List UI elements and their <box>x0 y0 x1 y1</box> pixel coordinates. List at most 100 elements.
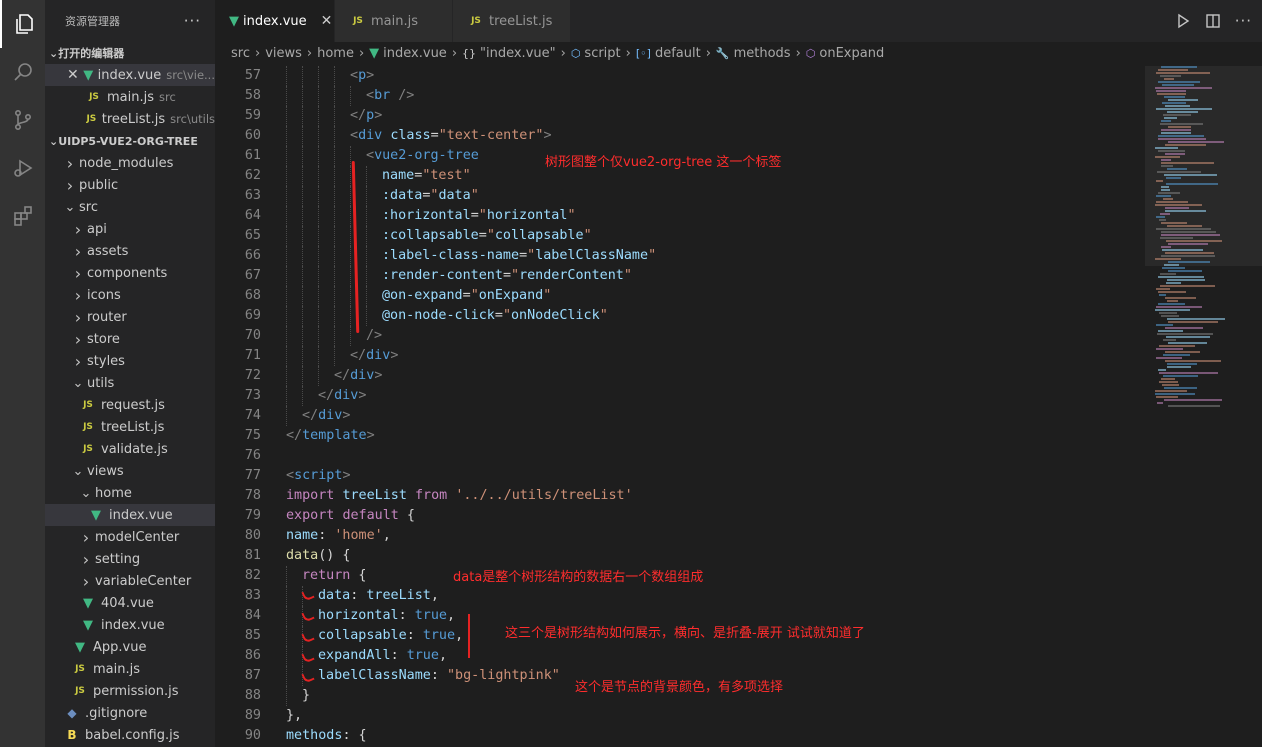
folder-item[interactable]: › store <box>45 328 215 350</box>
file-item[interactable]: ◆ .gitignore <box>45 702 215 724</box>
file-item[interactable]: JS main.js <box>45 658 215 680</box>
breadcrumb-label: onExpand <box>819 45 885 61</box>
line-number: 81 <box>244 548 261 563</box>
folder-item[interactable]: ⌄ utils <box>45 372 215 394</box>
code-token: @on-expand <box>382 288 463 303</box>
file-item[interactable]: JS permission.js <box>45 680 215 702</box>
folder-item[interactable]: › styles <box>45 350 215 372</box>
split-editor-icon[interactable] <box>1205 13 1221 29</box>
indent-guide <box>286 86 287 106</box>
folder-item[interactable]: › variableCenter <box>45 570 215 592</box>
breadcrumb-separator: › <box>254 45 261 61</box>
project-section[interactable]: ⌄ UIDP5-VUE2-ORG-TREE <box>45 130 215 152</box>
folder-item[interactable]: › assets <box>45 240 215 262</box>
minimap-line <box>1165 207 1189 209</box>
tab-treeList-js[interactable]: JS treeList.js <box>453 0 571 42</box>
breadcrumb-item[interactable]: home <box>317 46 354 61</box>
search-button[interactable] <box>0 48 45 96</box>
file-item[interactable]: Bbabel.config.js <box>45 724 215 746</box>
babel-file-icon: B <box>67 728 77 742</box>
folder-item[interactable]: › icons <box>45 284 215 306</box>
code-token: }, <box>286 708 303 723</box>
line-number: 82 <box>244 568 261 583</box>
folder-item[interactable]: ⌄ views <box>45 460 215 482</box>
breadcrumb-item[interactable]: src <box>231 46 250 61</box>
code-token: () { <box>318 548 351 563</box>
indent-guide <box>302 306 303 326</box>
code-token: } <box>302 688 311 703</box>
breadcrumb-label: src <box>231 45 250 61</box>
indent-guide <box>318 66 319 86</box>
breadcrumb-item[interactable]: {} "index.vue" <box>462 46 556 61</box>
breadcrumb-item[interactable]: ⬡ onExpand <box>806 46 884 61</box>
code-token: div <box>334 388 359 403</box>
run-debug-button[interactable] <box>0 144 45 192</box>
breadcrumb-item[interactable]: 🔧 methods <box>716 46 791 61</box>
folder-item[interactable]: ⌄ home <box>45 482 215 504</box>
indent-guide <box>286 66 287 86</box>
indent-guide <box>318 246 319 266</box>
tab-main-js[interactable]: JS main.js <box>335 0 453 42</box>
indent-guide <box>350 226 351 246</box>
tab-index-vue[interactable]: ▼ index.vue ✕ <box>215 0 335 42</box>
line-number: 61 <box>244 148 261 163</box>
folder-item[interactable]: › setting <box>45 548 215 570</box>
close-icon[interactable]: ✕ <box>67 67 79 83</box>
open-editor-item[interactable]: ✕ ▼ index.vue src\vie... <box>45 64 215 86</box>
breadcrumb-item[interactable]: views <box>265 46 302 61</box>
chevron-right-icon: › <box>74 219 82 239</box>
minimap[interactable] <box>1145 66 1262 747</box>
more-actions-button[interactable]: ··· <box>184 12 201 30</box>
open-editor-item[interactable]: JS treeList.js src\utils <box>45 108 215 130</box>
minimap-line <box>1161 234 1220 236</box>
code-token: horizontal <box>486 208 568 223</box>
folder-item[interactable]: › modelCenter <box>45 526 215 548</box>
file-item[interactable]: JS validate.js <box>45 438 215 460</box>
indent-guide <box>318 126 319 146</box>
open-editors-section[interactable]: ⌄ 打开的编辑器 <box>45 42 215 64</box>
tree-item-label: views <box>87 463 124 479</box>
extensions-button[interactable] <box>0 192 45 240</box>
file-item[interactable]: ▼ index.vue <box>45 504 215 526</box>
line-text: <script> <box>261 466 351 486</box>
breadcrumb-item[interactable]: [◦] default <box>636 46 701 61</box>
file-item[interactable]: ▼ 404.vue <box>45 592 215 614</box>
line-number: 76 <box>244 448 261 463</box>
code-token: p <box>366 108 375 123</box>
explorer-button[interactable] <box>0 0 45 48</box>
breadcrumb-item[interactable]: ⬡ script <box>571 46 621 61</box>
minimap-line <box>1155 87 1212 89</box>
file-item[interactable]: JS treeList.js <box>45 416 215 438</box>
line-text: </p> <box>261 106 382 126</box>
minimap-line <box>1160 213 1170 215</box>
open-editor-item[interactable]: JS main.js src <box>45 86 215 108</box>
code-token: : <box>318 528 335 543</box>
code-token: , <box>438 648 447 663</box>
file-item[interactable]: ▼ App.vue <box>45 636 215 658</box>
folder-item[interactable]: ⌄ src <box>45 196 215 218</box>
code-token: div <box>366 348 391 363</box>
folder-item[interactable]: › components <box>45 262 215 284</box>
breadcrumb-separator: › <box>705 45 711 61</box>
breadcrumb-item[interactable]: ▼ index.vue <box>369 46 447 61</box>
line-number: 59 <box>244 108 261 123</box>
open-editors-list: ✕ ▼ index.vue src\vie... JS main.js src JS treeL… <box>45 64 215 130</box>
source-control-button[interactable] <box>0 96 45 144</box>
file-item[interactable]: JS request.js <box>45 394 215 416</box>
close-icon[interactable]: ✕ <box>321 13 333 29</box>
line-text: </div> <box>261 346 398 366</box>
minimap-line <box>1163 339 1176 341</box>
file-item[interactable]: ▼ index.vue <box>45 614 215 636</box>
code-token: = <box>470 208 479 223</box>
tree-item-label: validate.js <box>101 441 168 457</box>
code-token: @on-node-click <box>382 308 495 323</box>
folder-item[interactable]: › router <box>45 306 215 328</box>
folder-item[interactable]: › api <box>45 218 215 240</box>
folder-item[interactable]: › public <box>45 174 215 196</box>
editor-more-button[interactable]: ··· <box>1235 12 1252 30</box>
minimap-line <box>1161 162 1214 164</box>
tree-item-label: index.vue <box>101 617 165 633</box>
code-editor[interactable]: 57 <p> 58 <br /> 59 </p> 60 <div class="text-ce… <box>215 66 1145 747</box>
folder-item[interactable]: › node_modules <box>45 152 215 174</box>
run-icon[interactable] <box>1175 13 1191 29</box>
